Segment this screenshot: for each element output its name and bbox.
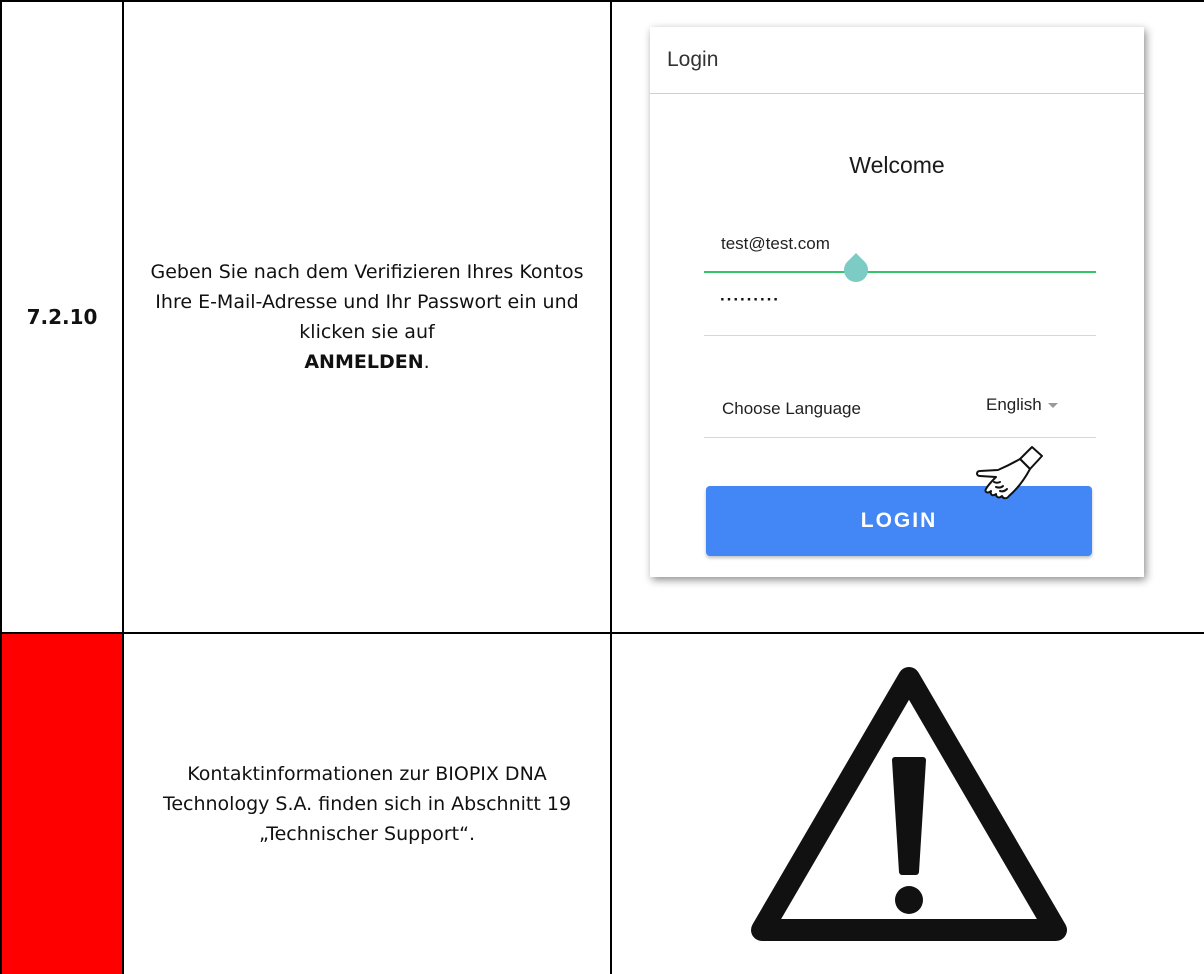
email-field[interactable]: test@test.com <box>721 234 830 254</box>
language-label: Choose Language <box>722 399 861 418</box>
language-select-underline <box>704 437 1096 438</box>
instruction-keyword: ANMELDEN <box>304 351 424 373</box>
step-number: 7.2.10 <box>0 0 124 634</box>
screenshot-cell: Login Welcome test@test.com ········· Ch… <box>610 0 1204 634</box>
instruction-cell: Geben Sie nach dem Verifizieren Ihres Ko… <box>122 0 612 634</box>
password-field[interactable]: ········· <box>720 290 780 310</box>
table-row: 7.2.10 Geben Sie nach dem Verifizieren I… <box>0 0 1204 634</box>
warning-icon-cell <box>610 632 1204 974</box>
support-note-text: Kontaktinformationen zur BIOPIX DNA Tech… <box>162 763 572 845</box>
welcome-heading: Welcome <box>849 152 945 178</box>
language-select-value: English <box>986 395 1042 414</box>
instruction-text-main: Geben Sie nach dem Verifizieren Ihres Ko… <box>150 261 584 343</box>
login-header-title: Login <box>650 27 1144 94</box>
instruction-cell: Kontaktinformationen zur BIOPIX DNA Tech… <box>122 632 612 974</box>
password-field-underline <box>704 335 1096 336</box>
email-field-underline <box>704 271 1096 273</box>
warning-triangle-icon <box>751 667 1067 941</box>
warning-color-cell <box>0 632 124 974</box>
text-cursor-handle-icon <box>839 253 873 287</box>
instruction-period: . <box>423 351 430 373</box>
language-select[interactable]: English <box>986 395 1058 415</box>
pointing-hand-icon <box>976 446 1043 500</box>
instruction-text: Geben Sie nach dem Verifizieren Ihres Ko… <box>124 257 610 377</box>
login-screenshot: Login Welcome test@test.com ········· Ch… <box>650 27 1144 577</box>
instruction-table: 7.2.10 Geben Sie nach dem Verifizieren I… <box>0 0 1204 974</box>
table-row: Kontaktinformationen zur BIOPIX DNA Tech… <box>0 632 1204 974</box>
caret-down-icon <box>1047 403 1058 409</box>
